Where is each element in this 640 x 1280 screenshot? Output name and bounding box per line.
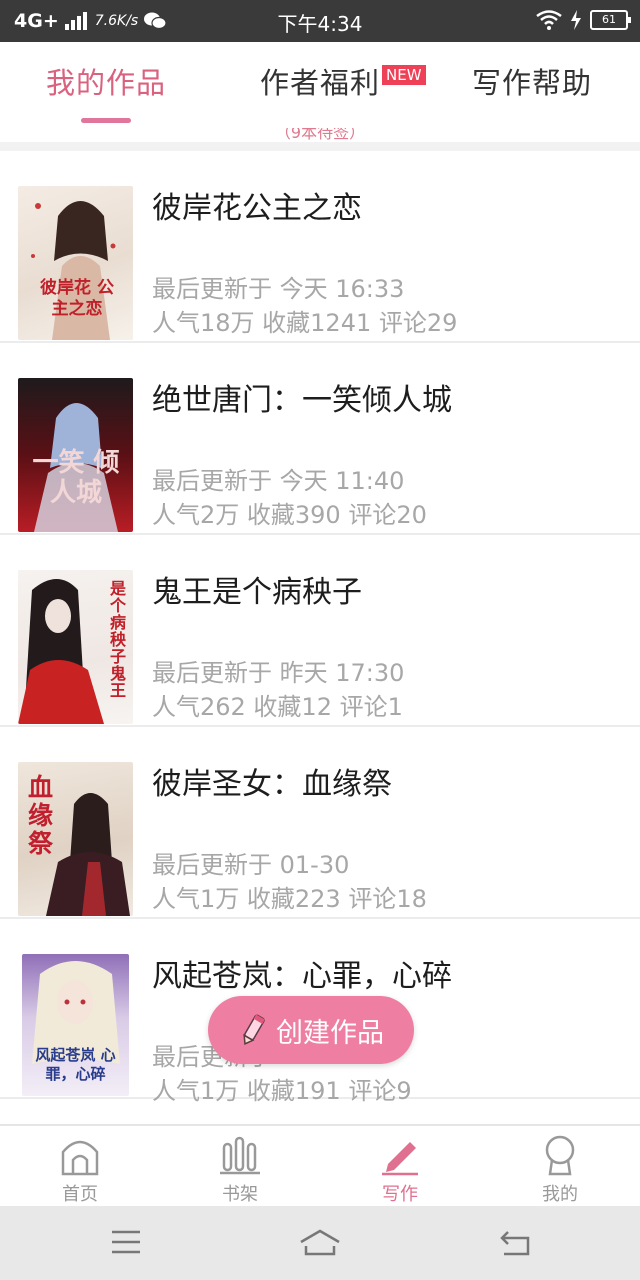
tab-my-works[interactable]: 我的作品 <box>46 60 166 102</box>
last-updated: 最后更新于 昨天 17:30 <box>152 659 405 687</box>
battery-indicator: 61 <box>590 10 631 30</box>
nav-home[interactable]: 首页 <box>0 1126 160 1208</box>
work-stats: 人气2万 收藏390 评论20 <box>152 501 427 529</box>
work-title: 彼岸圣女：血缘祭 <box>152 767 392 802</box>
pen-icon <box>382 1142 418 1176</box>
book-cover[interactable]: 一笑 倾人城 <box>18 378 133 532</box>
menu-icon[interactable] <box>110 1228 142 1256</box>
nav-profile-label: 我的 <box>542 1184 578 1205</box>
system-nav-bar <box>0 1206 640 1280</box>
top-tabs: 我的作品 作者福利 NEW 写作帮助 <box>0 42 640 129</box>
nav-write[interactable]: 写作 <box>320 1126 480 1208</box>
status-bar: 4G+ 7.6K/s 下午4:34 61 <box>0 0 640 42</box>
list-item[interactable]: 血缘祭 彼岸圣女：血缘祭 最后更新于 01-30 人气1万 收藏223 评论18 <box>0 727 640 919</box>
create-work-label: 创建作品 <box>276 1017 384 1049</box>
nav-bookshelf-label: 书架 <box>222 1184 258 1205</box>
nav-profile[interactable]: 我的 <box>480 1126 640 1208</box>
pencil-icon <box>243 1014 265 1045</box>
work-stats: 人气18万 收藏1241 评论29 <box>152 309 458 337</box>
list-item[interactable]: 彼岸花 公主之恋 彼岸花公主之恋 最后更新于 今天 16:33 人气18万 收藏… <box>0 151 640 343</box>
home-icon <box>61 1140 99 1176</box>
work-title: 绝世唐门：一笑倾人城 <box>152 383 452 418</box>
work-stats: 人气1万 收藏223 评论18 <box>152 885 427 913</box>
nav-bookshelf[interactable]: 书架 <box>160 1126 320 1208</box>
create-work-button[interactable]: 创建作品 <box>208 996 414 1064</box>
last-updated: 最后更新于 今天 11:40 <box>152 467 405 495</box>
pending-sign-count: （9本待签） <box>274 128 366 142</box>
book-cover[interactable]: 彼岸花 公主之恋 <box>18 186 133 340</box>
status-right: 61 <box>536 10 631 30</box>
cover-title: 是个病秧子 鬼王 <box>110 579 127 700</box>
charging-icon <box>571 10 581 30</box>
last-updated: 最后更新于 今天 16:33 <box>152 275 405 303</box>
nav-write-label: 写作 <box>382 1184 418 1205</box>
tab-writing-help[interactable]: 写作帮助 <box>472 60 592 102</box>
bottom-nav: 首页 书架 写作 我的 <box>0 1124 640 1208</box>
list-item[interactable]: 是个病秧子 鬼王 鬼王是个病秧子 最后更新于 昨天 17:30 人气262 收藏… <box>0 535 640 727</box>
last-updated: 最后更新于 01-30 <box>152 851 350 879</box>
cover-title: 风起苍岚 心罪，心碎 <box>35 1046 116 1083</box>
nav-home-label: 首页 <box>62 1184 98 1205</box>
tab-author-benefits[interactable]: 作者福利 <box>260 60 380 102</box>
cover-title: 一笑 倾人城 <box>32 448 120 508</box>
works-list: 彼岸花 公主之恋 彼岸花公主之恋 最后更新于 今天 16:33 人气18万 收藏… <box>0 151 640 1105</box>
book-cover[interactable]: 是个病秧子 鬼王 <box>18 570 133 724</box>
cover-title: 彼岸花 公主之恋 <box>40 278 114 319</box>
active-tab-indicator <box>81 118 131 123</box>
book-cover[interactable]: 风起苍岚 心罪，心碎 <box>22 954 129 1096</box>
scrolled-header-peek: （9本待签） <box>0 128 640 142</box>
cover-title: 血缘祭 <box>28 773 54 858</box>
list-item[interactable]: 一笑 倾人城 绝世唐门：一笑倾人城 最后更新于 今天 11:40 人气2万 收藏… <box>0 343 640 535</box>
wifi-icon <box>536 10 562 30</box>
work-title: 彼岸花公主之恋 <box>152 191 362 226</box>
home-button-icon[interactable] <box>298 1228 342 1258</box>
book-cover[interactable]: 血缘祭 <box>18 762 133 916</box>
bookshelf-icon <box>220 1136 260 1175</box>
new-badge: NEW <box>382 65 426 85</box>
section-divider <box>0 142 640 151</box>
profile-icon <box>545 1135 575 1176</box>
work-stats: 人气1万 收藏191 评论9 <box>152 1077 412 1105</box>
work-title: 鬼王是个病秧子 <box>152 575 362 610</box>
work-stats: 人气262 收藏12 评论1 <box>152 693 403 721</box>
work-title: 风起苍岚：心罪，心碎 <box>152 959 452 994</box>
back-icon[interactable] <box>498 1228 532 1258</box>
